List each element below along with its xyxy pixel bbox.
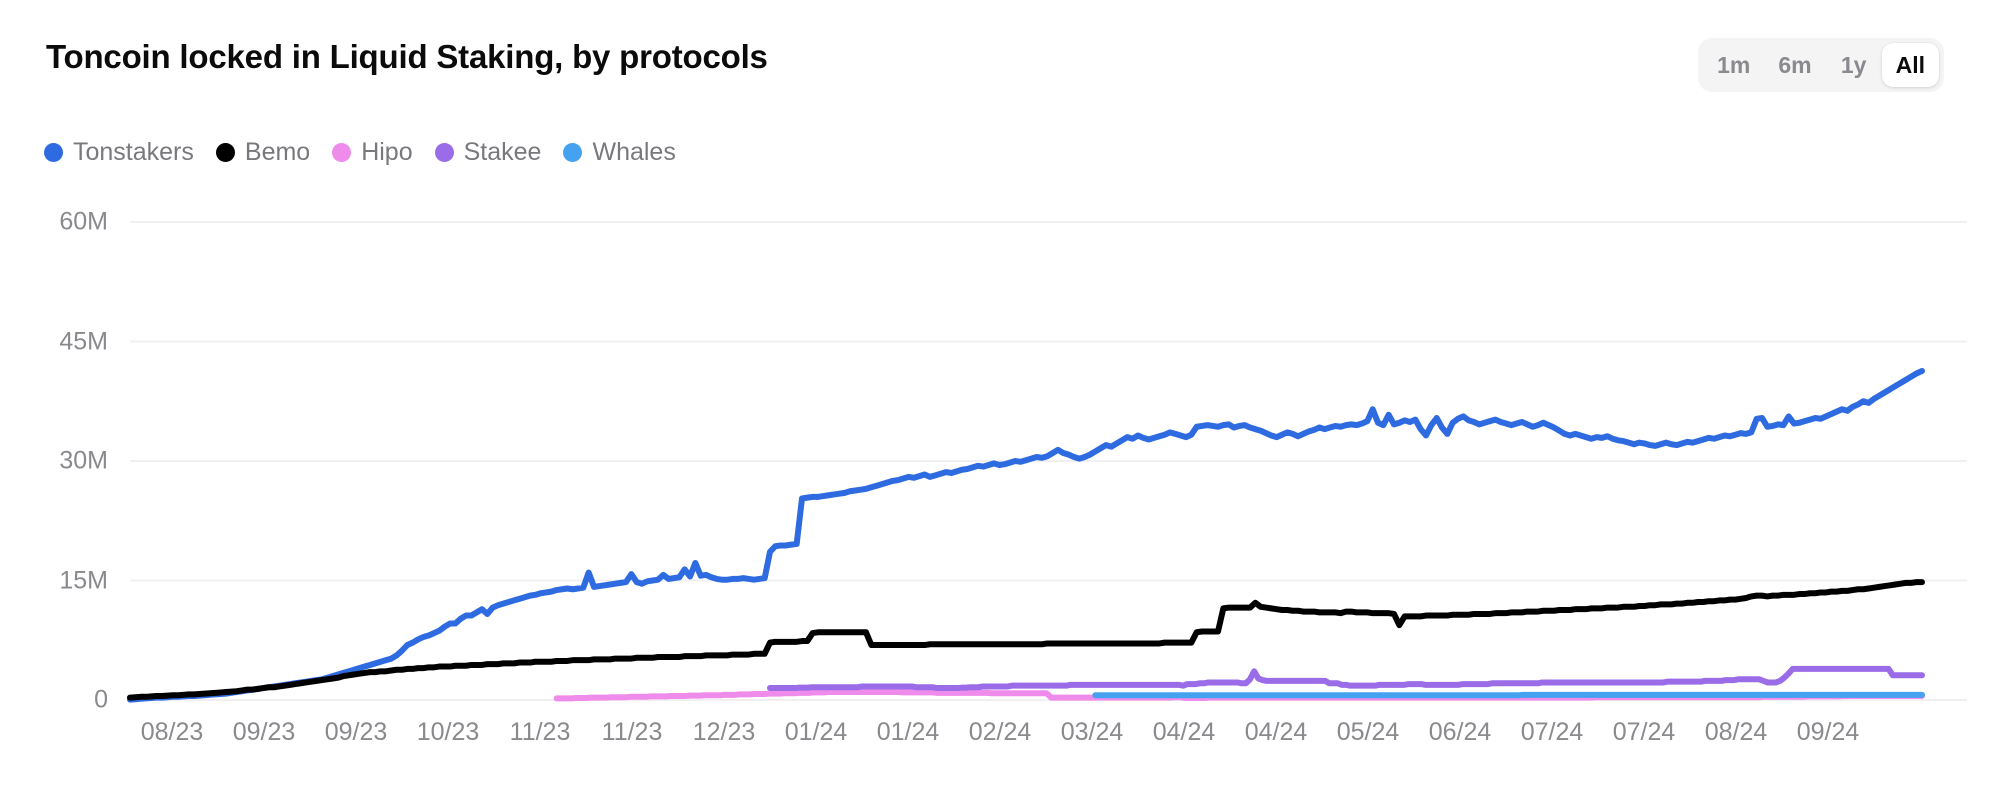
x-axis-tick-label: 05/24 xyxy=(1337,718,1400,747)
x-axis-tick-label: 10/23 xyxy=(417,718,480,747)
chart-plot-area[interactable]: 0 15M 30M 45M 60M 08/23 09/23 09/23 10/23 11/23 11… xyxy=(0,0,1990,810)
x-axis-tick-label: 09/23 xyxy=(233,718,296,747)
y-axis-tick-label: 45M xyxy=(0,327,108,356)
y-axis-tick-label: 60M xyxy=(0,208,108,237)
x-axis-tick-label: 08/24 xyxy=(1705,718,1768,747)
series-line-tonstakers xyxy=(130,371,1922,700)
y-axis-tick-label: 30M xyxy=(0,447,108,476)
y-axis-tick-label: 15M xyxy=(0,566,108,595)
x-axis-tick-label: 01/24 xyxy=(785,718,848,747)
series-line-stakee xyxy=(770,669,1922,688)
x-axis-tick-label: 09/23 xyxy=(325,718,388,747)
x-axis-tick-label: 03/24 xyxy=(1061,718,1124,747)
x-axis-tick-label: 11/23 xyxy=(510,718,571,747)
x-axis-tick-label: 11/23 xyxy=(602,718,663,747)
x-axis-tick-label: 12/23 xyxy=(693,718,756,747)
y-axis-tick-label: 0 xyxy=(0,686,108,715)
x-axis-tick-label: 04/24 xyxy=(1153,718,1216,747)
x-axis-tick-label: 01/24 xyxy=(877,718,940,747)
chart-card: Toncoin locked in Liquid Staking, by pro… xyxy=(0,0,1990,810)
x-axis-tick-label: 06/24 xyxy=(1429,718,1492,747)
x-axis-tick-label: 07/24 xyxy=(1613,718,1676,747)
x-axis-tick-label: 08/23 xyxy=(141,718,204,747)
chart-svg xyxy=(0,0,1990,810)
x-axis-tick-label: 04/24 xyxy=(1245,718,1308,747)
x-axis-tick-label: 09/24 xyxy=(1797,718,1860,747)
x-axis-tick-label: 07/24 xyxy=(1521,718,1584,747)
x-axis-tick-label: 02/24 xyxy=(969,718,1032,747)
